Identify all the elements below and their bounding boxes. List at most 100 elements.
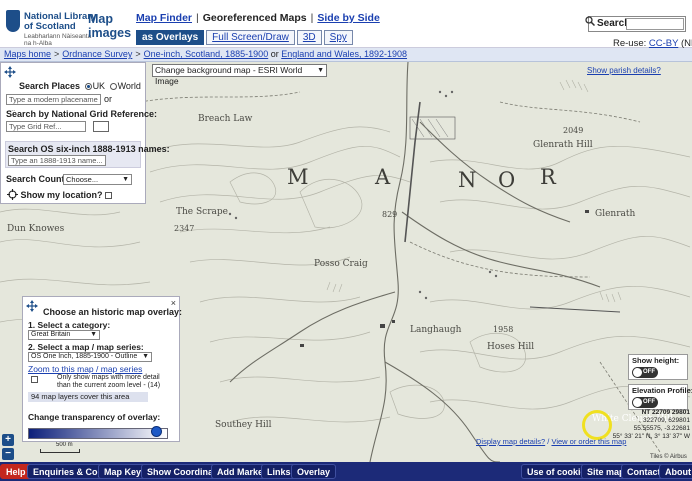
- map-details-links: Display map details? / View or order thi…: [476, 437, 627, 446]
- map-label-manor-a: A: [375, 165, 391, 189]
- zoom-to-series-link[interactable]: Zoom to this map / map series: [28, 364, 142, 374]
- grid-ref-input[interactable]: Type Grid Ref...: [6, 121, 86, 132]
- search-places-label: Search Places: [19, 81, 81, 91]
- category-select[interactable]: Great Britain ▼: [28, 330, 100, 340]
- only-show-detailed-label-2: than the current zoom level - (14): [57, 382, 161, 389]
- uk-radio-label: UK: [92, 81, 106, 91]
- as-overlays-button[interactable]: as Overlays: [136, 30, 205, 45]
- coord-lat-lon: 55.55575, -3.22681: [633, 425, 690, 432]
- breadcrumb-sep: >: [135, 49, 141, 59]
- series-select[interactable]: OS One Inch, 1885-1900 - Outline ▼: [28, 352, 152, 362]
- map-label-hoses-hill: Hoses Hill: [487, 342, 535, 352]
- map-label-spot-height: 829: [382, 210, 398, 219]
- show-parish-details-link[interactable]: Show parish details?: [587, 66, 661, 75]
- show-location-checkbox[interactable]: [105, 192, 113, 199]
- map-label-manor-r: R: [540, 165, 556, 189]
- site-search-input[interactable]: [626, 18, 684, 30]
- search-places-panel: Search Places UK World Type a modern pla…: [0, 62, 170, 204]
- map-label-spot-height: 2347: [174, 224, 195, 233]
- move-arrows-icon[interactable]: [26, 300, 38, 312]
- county-select-value: Choose...: [66, 175, 99, 184]
- location-highlight-ring: [582, 410, 612, 440]
- county-select[interactable]: Choose... ▼: [63, 174, 132, 185]
- search-places-row: Search Places UK World: [19, 81, 141, 91]
- full-screen-draw-button[interactable]: Full Screen/Draw: [206, 30, 295, 45]
- toggle-state: OFF: [643, 399, 655, 405]
- toggle-knob: [633, 398, 642, 407]
- overlay-panel-title: Choose an historic map overlay:: [43, 307, 183, 317]
- logo-line-4: na h-Alba: [24, 40, 52, 47]
- breadcrumb: Maps home > Ordnance Survey > One-inch, Scot…: [0, 48, 692, 62]
- logo-line-3: Leabharlann Nàiseanta: [24, 33, 92, 40]
- georeferenced-maps-current: Georeferenced Maps: [202, 12, 307, 24]
- show-location-row: Show my location?: [7, 189, 113, 200]
- map-label-posso-craig: Posso Craig: [314, 259, 368, 269]
- world-radio[interactable]: [109, 83, 117, 90]
- crosshair-location-icon[interactable]: [7, 189, 18, 200]
- chevron-down-icon: ▼: [122, 176, 129, 183]
- nav-separator: |: [196, 12, 199, 24]
- nls-logo[interactable]: National Library of Scotland Leabharlann…: [6, 8, 96, 47]
- view-order-map-link[interactable]: View or order this map: [551, 437, 626, 446]
- spy-button[interactable]: Spy: [323, 30, 353, 45]
- breadcrumb-one-inch-scotland[interactable]: One-inch, Scotland, 1885-1900: [144, 49, 269, 59]
- only-show-detailed-checkbox[interactable]: [31, 376, 38, 383]
- toggle-knob: [633, 368, 642, 377]
- 3d-button[interactable]: 3D: [296, 30, 322, 45]
- breadcrumb-sep: >: [54, 49, 60, 59]
- series-select-value: OS One Inch, 1885-1900 - Outline: [31, 353, 138, 360]
- map-label-southey-hill: Southey Hill: [215, 420, 272, 430]
- show-height-toggle[interactable]: OFF: [632, 367, 658, 378]
- select-category-label: 1. Select a category:: [28, 320, 111, 330]
- breadcrumb-england-wales[interactable]: England and Wales, 1892-1908: [281, 49, 407, 59]
- background-map-select[interactable]: Change background map - ESRI World Image…: [152, 64, 327, 86]
- transparency-slider-handle[interactable]: [150, 426, 162, 437]
- chevron-down-icon: ▼: [142, 353, 149, 360]
- map-label-spot-height: 2049: [563, 126, 584, 135]
- map-key-button[interactable]: Map Key: [98, 464, 148, 479]
- map-label-spot-height: 1958: [493, 325, 514, 334]
- about-button[interactable]: About: [659, 464, 692, 479]
- show-height-label: Show height:: [632, 356, 680, 365]
- map-label-dun-knowes: Dun Knowes: [7, 224, 65, 234]
- map-label-the-scrape: The Scrape: [176, 207, 228, 217]
- breadcrumb-ordnance-survey[interactable]: Ordnance Survey: [62, 49, 132, 59]
- app-title: Map images: [88, 12, 132, 40]
- toggle-state: OFF: [643, 369, 655, 375]
- map-finder-link[interactable]: Map Finder: [136, 12, 192, 24]
- top-nav: Map Finder | Georeferenced Maps | Side by Si…: [136, 12, 380, 24]
- transparency-slider-track[interactable]: [28, 428, 168, 439]
- map-label-breach-law: Breach Law: [198, 114, 253, 124]
- grid-ref-label: Search by National Grid Reference:: [6, 109, 158, 119]
- grid-ref-go-button[interactable]: [93, 121, 109, 132]
- map-label-glenrath: Glenrath: [595, 209, 636, 219]
- nav-separator: |: [310, 12, 314, 24]
- map-label-glenrath-hill: Glenrath Hill: [533, 140, 593, 150]
- show-height-widget: Show height: OFF: [628, 354, 688, 380]
- map-label-manor-o: O: [498, 168, 516, 192]
- map-label-manor-m: M: [287, 165, 309, 189]
- zoom-in-button[interactable]: +: [2, 434, 14, 446]
- map-label-manor-n: N: [458, 168, 477, 192]
- zoom-out-button[interactable]: −: [2, 448, 14, 460]
- side-by-side-link[interactable]: Side by Side: [317, 12, 379, 24]
- only-show-detailed-label: Only show maps with more detail: [57, 374, 160, 381]
- display-map-details-link[interactable]: Display map details?: [476, 437, 545, 446]
- elevation-profile-toggle[interactable]: OFF: [632, 397, 658, 408]
- or-label: or: [104, 94, 113, 104]
- move-arrows-icon[interactable]: [4, 66, 16, 78]
- six-inch-name-input[interactable]: Type an 1888-1913 name...: [8, 155, 106, 166]
- scale-bar: [40, 449, 80, 453]
- six-inch-names-box: Search OS six-inch 1888-1913 names: Type…: [5, 141, 170, 168]
- layers-count: 94 map layers cover this area: [28, 392, 148, 402]
- overlay-button[interactable]: Overlay: [291, 464, 337, 479]
- breadcrumb-maps-home[interactable]: Maps home: [4, 49, 51, 59]
- elevation-profile-widget: Elevation Profile: OFF: [628, 384, 692, 410]
- select-series-label: 2. Select a map / map series:: [28, 342, 144, 352]
- placename-input[interactable]: Type a modern placename ...: [6, 94, 101, 113]
- scale-label: 500 m: [56, 442, 73, 448]
- logo-line-2: of Scotland: [24, 21, 76, 32]
- search-icon: [585, 16, 595, 26]
- coord-grid-ref: NT 22709 29801: [641, 409, 690, 416]
- uk-radio[interactable]: [84, 83, 92, 90]
